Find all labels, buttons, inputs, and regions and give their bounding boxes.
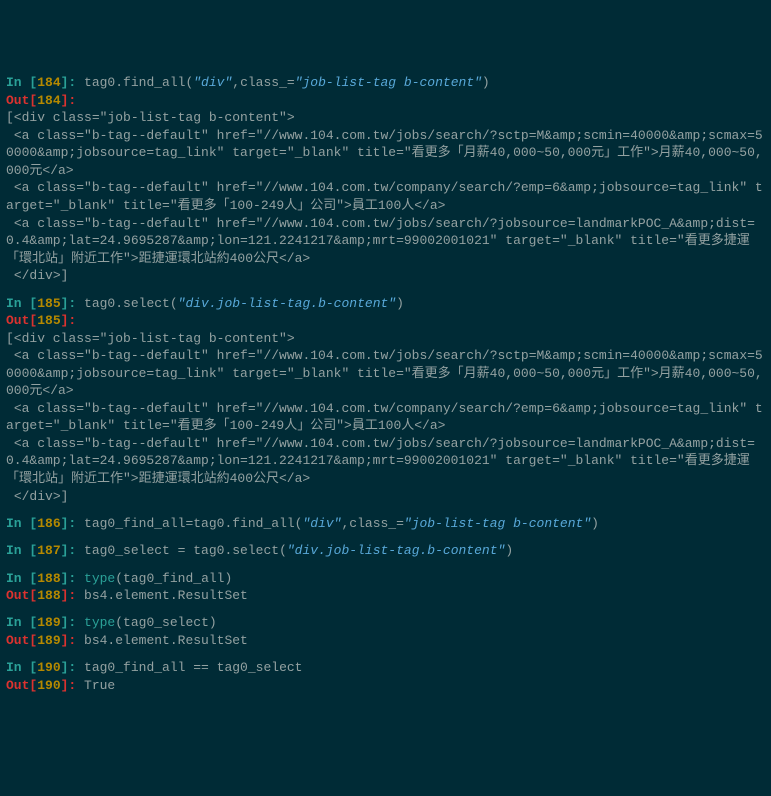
- out-prompt-number: 184: [37, 93, 60, 108]
- output-text: True: [84, 678, 115, 693]
- in-prompt-suffix: ]:: [61, 296, 84, 311]
- input-line[interactable]: In [188]: type(tag0_find_all): [6, 570, 765, 588]
- code-token: tag0_find_all=tag0.find_all(: [84, 516, 302, 531]
- input-line[interactable]: In [184]: tag0.find_all("div",class_="jo…: [6, 74, 765, 92]
- cell-188: In [188]: type(tag0_find_all)Out[188]: b…: [6, 570, 765, 605]
- output-text: bs4.element.ResultSet: [84, 633, 248, 648]
- code-token: ): [396, 296, 404, 311]
- code-token: "job-list-tag b-content": [295, 75, 482, 90]
- in-prompt-number: 187: [37, 543, 60, 558]
- out-prompt-number: 190: [37, 678, 60, 693]
- output-body: [<div class="job-list-tag b-content"> <a…: [6, 109, 765, 284]
- input-line[interactable]: In [185]: tag0.select("div.job-list-tag.…: [6, 295, 765, 313]
- in-prompt-suffix: ]:: [61, 543, 84, 558]
- code-token: ,class_=: [232, 75, 294, 90]
- in-prompt-prefix: In [: [6, 615, 37, 630]
- out-prompt-suffix: ]:: [61, 588, 84, 603]
- out-prompt-prefix: Out[: [6, 93, 37, 108]
- in-prompt-suffix: ]:: [61, 516, 84, 531]
- in-prompt-suffix: ]:: [61, 571, 84, 586]
- out-prompt-suffix: ]:: [61, 678, 84, 693]
- code-token: (tag0_select): [115, 615, 216, 630]
- cell-187: In [187]: tag0_select = tag0.select("div…: [6, 542, 765, 560]
- code-token: type: [84, 615, 115, 630]
- ipython-terminal[interactable]: In [184]: tag0.find_all("div",class_="jo…: [6, 74, 765, 704]
- in-prompt-prefix: In [: [6, 543, 37, 558]
- code-token: tag0_find_all == tag0_select: [84, 660, 302, 675]
- cell-190: In [190]: tag0_find_all == tag0_selectOu…: [6, 659, 765, 694]
- code-token: "job-list-tag b-content": [404, 516, 591, 531]
- in-prompt-suffix: ]:: [61, 75, 84, 90]
- out-prompt-prefix: Out[: [6, 588, 37, 603]
- in-prompt-suffix: ]:: [61, 615, 84, 630]
- in-prompt-prefix: In [: [6, 296, 37, 311]
- out-prompt-number: 185: [37, 313, 60, 328]
- output-prompt-line: Out[185]:: [6, 312, 765, 330]
- input-line[interactable]: In [190]: tag0_find_all == tag0_select: [6, 659, 765, 677]
- in-prompt-number: 190: [37, 660, 60, 675]
- code-token: type: [84, 571, 115, 586]
- output-prompt-line: Out[190]: True: [6, 677, 765, 695]
- output-prompt-line: Out[184]:: [6, 92, 765, 110]
- in-prompt-number: 184: [37, 75, 60, 90]
- code-token: ): [591, 516, 599, 531]
- out-prompt-suffix: ]:: [61, 633, 84, 648]
- code-token: "div.job-list-tag.b-content": [178, 296, 396, 311]
- in-prompt-suffix: ]:: [61, 660, 84, 675]
- cell-184: In [184]: tag0.find_all("div",class_="jo…: [6, 74, 765, 285]
- in-prompt-number: 185: [37, 296, 60, 311]
- code-token: ,class_=: [341, 516, 403, 531]
- in-prompt-prefix: In [: [6, 75, 37, 90]
- cell-185: In [185]: tag0.select("div.job-list-tag.…: [6, 295, 765, 506]
- code-token: (tag0_find_all): [115, 571, 232, 586]
- in-prompt-prefix: In [: [6, 516, 37, 531]
- out-prompt-prefix: Out[: [6, 633, 37, 648]
- cell-186: In [186]: tag0_find_all=tag0.find_all("d…: [6, 515, 765, 533]
- code-token: tag0.select(: [84, 296, 178, 311]
- in-prompt-prefix: In [: [6, 660, 37, 675]
- output-prompt-line: Out[188]: bs4.element.ResultSet: [6, 587, 765, 605]
- input-line[interactable]: In [189]: type(tag0_select): [6, 614, 765, 632]
- out-prompt-number: 188: [37, 588, 60, 603]
- code-token: tag0_select = tag0.select(: [84, 543, 287, 558]
- code-token: "div": [193, 75, 232, 90]
- code-token: "div.job-list-tag.b-content": [287, 543, 505, 558]
- out-prompt-suffix: ]:: [61, 93, 84, 108]
- code-token: "div": [302, 516, 341, 531]
- code-token: ): [505, 543, 513, 558]
- out-prompt-prefix: Out[: [6, 313, 37, 328]
- input-line[interactable]: In [187]: tag0_select = tag0.select("div…: [6, 542, 765, 560]
- in-prompt-number: 189: [37, 615, 60, 630]
- in-prompt-number: 188: [37, 571, 60, 586]
- out-prompt-number: 189: [37, 633, 60, 648]
- output-body: [<div class="job-list-tag b-content"> <a…: [6, 330, 765, 505]
- output-prompt-line: Out[189]: bs4.element.ResultSet: [6, 632, 765, 650]
- cell-189: In [189]: type(tag0_select)Out[189]: bs4…: [6, 614, 765, 649]
- out-prompt-suffix: ]:: [61, 313, 84, 328]
- in-prompt-prefix: In [: [6, 571, 37, 586]
- output-text: bs4.element.ResultSet: [84, 588, 248, 603]
- input-line[interactable]: In [186]: tag0_find_all=tag0.find_all("d…: [6, 515, 765, 533]
- in-prompt-number: 186: [37, 516, 60, 531]
- code-token: tag0.find_all(: [84, 75, 193, 90]
- code-token: ): [482, 75, 490, 90]
- out-prompt-prefix: Out[: [6, 678, 37, 693]
